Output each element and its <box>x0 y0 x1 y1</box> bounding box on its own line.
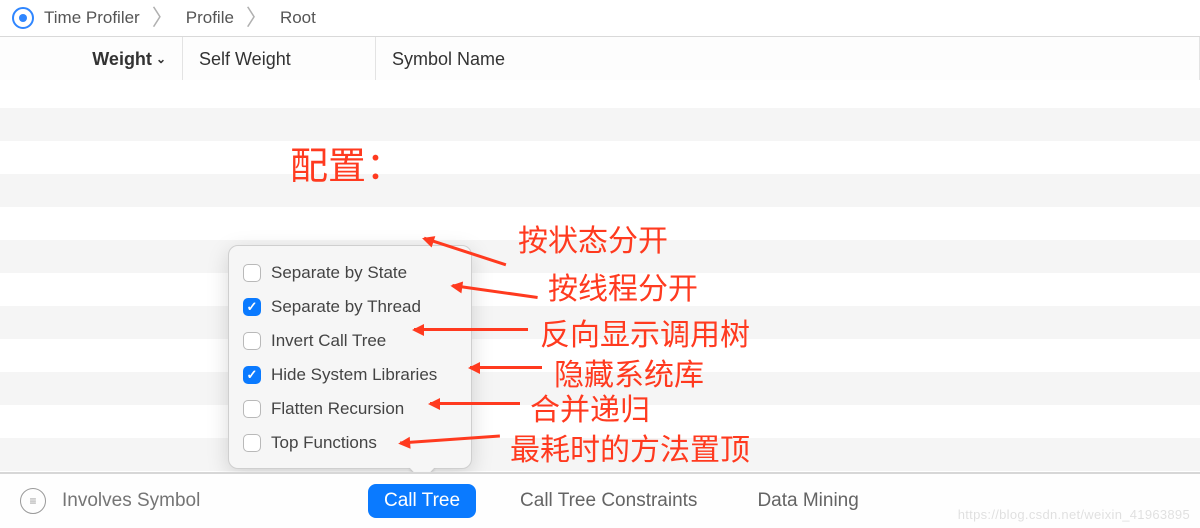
chevron-right-icon: 〉 <box>244 7 270 29</box>
option-label: Top Functions <box>271 433 377 453</box>
data-mining-button[interactable]: Data Mining <box>741 484 874 518</box>
breadcrumb-item[interactable]: Time Profiler <box>44 8 140 28</box>
bottom-toolbar: ≡ Call Tree Call Tree Constraints Data M… <box>0 472 1200 528</box>
chevron-down-icon: ⌄ <box>156 52 166 66</box>
option-label: Hide System Libraries <box>271 365 437 385</box>
checkbox-icon[interactable] <box>243 264 261 282</box>
option-label: Invert Call Tree <box>271 331 386 351</box>
breadcrumb-item[interactable]: Profile <box>186 8 234 28</box>
checkbox-checked-icon[interactable]: ✓ <box>243 298 261 316</box>
column-label: Symbol Name <box>392 49 505 70</box>
search-input[interactable] <box>60 489 304 513</box>
option-top-functions[interactable]: Top Functions <box>243 426 457 460</box>
target-icon <box>12 7 34 29</box>
column-weight[interactable]: Weight ⌄ <box>0 37 183 81</box>
column-label: Self Weight <box>199 49 291 70</box>
option-label: Separate by Thread <box>271 297 421 317</box>
checkbox-icon[interactable] <box>243 332 261 350</box>
call-tree-constraints-button[interactable]: Call Tree Constraints <box>504 484 713 518</box>
checkbox-checked-icon[interactable]: ✓ <box>243 366 261 384</box>
option-separate-by-state[interactable]: Separate by State <box>243 256 457 290</box>
option-label: Separate by State <box>271 263 407 283</box>
column-self-weight[interactable]: Self Weight <box>183 37 376 81</box>
chevron-right-icon: 〉 <box>150 7 176 29</box>
breadcrumb-item[interactable]: Root <box>280 8 316 28</box>
filter-wrap: ≡ <box>20 488 340 514</box>
checkbox-icon[interactable] <box>243 434 261 452</box>
option-invert-call-tree[interactable]: Invert Call Tree <box>243 324 457 358</box>
column-symbol-name[interactable]: Symbol Name <box>376 37 1200 81</box>
table-body <box>0 80 1200 474</box>
call-tree-popover: Separate by State ✓ Separate by Thread I… <box>228 245 472 469</box>
option-label: Flatten Recursion <box>271 399 404 419</box>
table-header: Weight ⌄ Self Weight Symbol Name <box>0 37 1200 83</box>
column-label: Weight <box>92 49 152 70</box>
call-tree-button[interactable]: Call Tree <box>368 484 476 518</box>
option-separate-by-thread[interactable]: ✓ Separate by Thread <box>243 290 457 324</box>
checkbox-icon[interactable] <box>243 400 261 418</box>
option-hide-system-libraries[interactable]: ✓ Hide System Libraries <box>243 358 457 392</box>
breadcrumb: Time Profiler 〉 Profile 〉 Root <box>0 0 1200 37</box>
filter-icon[interactable]: ≡ <box>20 488 46 514</box>
option-flatten-recursion[interactable]: Flatten Recursion <box>243 392 457 426</box>
